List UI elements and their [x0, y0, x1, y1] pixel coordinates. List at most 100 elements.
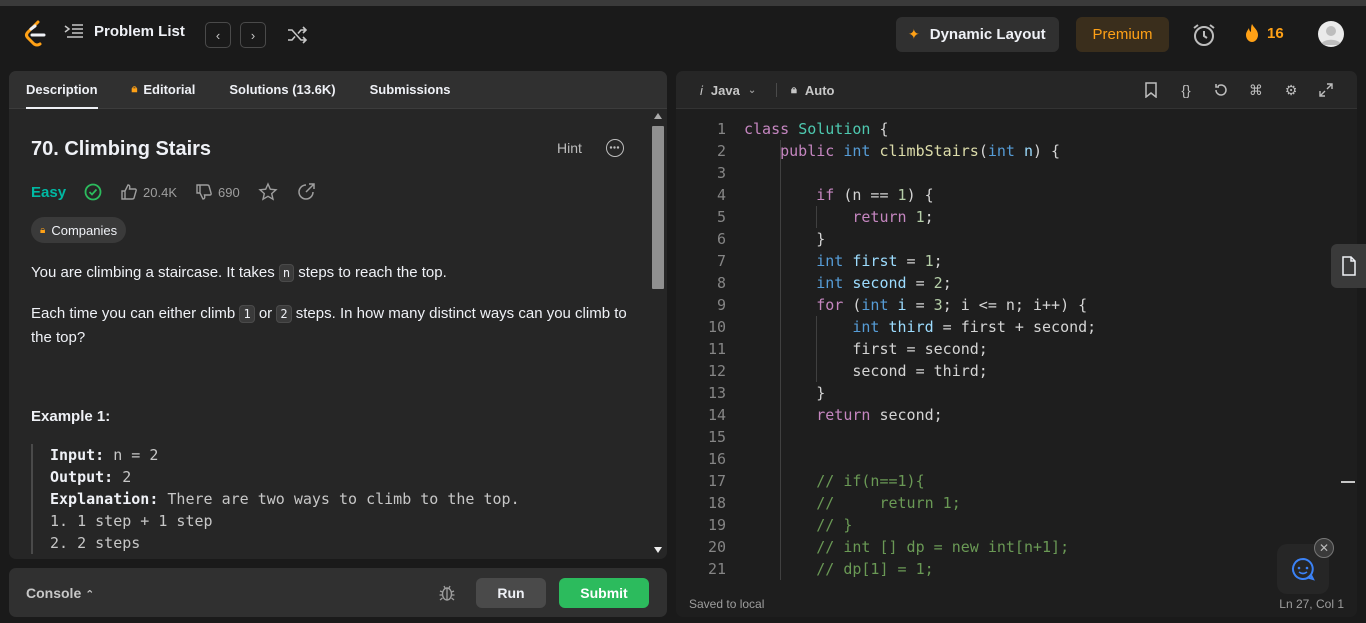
line-number: 19 — [707, 516, 726, 534]
line-number: 20 — [707, 538, 726, 556]
share-icon[interactable] — [296, 182, 316, 202]
code-line[interactable]: // } — [744, 514, 852, 536]
problem-list-button[interactable]: Problem List — [64, 22, 185, 40]
problem-paragraph-1: You are climbing a staircase. It takes n… — [31, 261, 631, 285]
alarm-clock-icon[interactable] — [1191, 22, 1217, 48]
streak-counter[interactable]: 16 — [1245, 24, 1284, 42]
bookmark-icon[interactable] — [1142, 81, 1160, 99]
code-line[interactable]: if (n == 1) { — [744, 184, 933, 206]
companies-tag[interactable]: 🔒︎ Companies — [31, 217, 127, 243]
tab-submissions[interactable]: Submissions — [370, 71, 451, 109]
streak-count: 16 — [1267, 24, 1284, 42]
hint-button[interactable]: Hint — [557, 140, 582, 156]
format-braces-icon[interactable]: {} — [1177, 81, 1195, 99]
thumbs-up-icon — [121, 184, 137, 200]
lock-icon: 🔒︎ — [791, 84, 797, 96]
saved-status: Saved to local — [689, 597, 765, 611]
console-bar: Console ⌃ Run Submit — [9, 568, 667, 617]
code-line[interactable]: int third = first + second; — [744, 316, 1096, 338]
code-line[interactable]: public int climbStairs(int n) { — [744, 140, 1060, 162]
avatar[interactable] — [1318, 21, 1344, 47]
code-line[interactable]: return second; — [744, 404, 942, 426]
notes-file-button[interactable] — [1331, 244, 1366, 288]
scrollbar-marker — [1341, 481, 1355, 483]
output-value: 2 — [113, 468, 132, 486]
code-line[interactable]: int first = 1; — [744, 250, 942, 272]
scroll-up-arrow[interactable] — [654, 113, 662, 119]
more-options-icon[interactable] — [606, 139, 624, 157]
description-scrollbar[interactable] — [652, 126, 664, 289]
line-number: 16 — [707, 450, 726, 468]
submit-button[interactable]: Submit — [559, 578, 649, 608]
problem-content: 70. Climbing Stairs Hint Easy 20.4K 690 … — [9, 110, 649, 559]
gear-icon[interactable]: ⚙ — [1282, 81, 1300, 99]
expand-icon[interactable] — [1317, 81, 1335, 99]
leetcode-logo-icon[interactable] — [22, 20, 48, 48]
example-title: Example 1: — [31, 408, 111, 425]
debug-bug-icon[interactable] — [437, 583, 457, 603]
line-number: 18 — [707, 494, 726, 512]
code-line[interactable]: first = second; — [744, 338, 987, 360]
shuffle-icon[interactable] — [286, 24, 308, 46]
code-line[interactable]: } — [744, 382, 825, 404]
console-toggle[interactable]: Console ⌃ — [26, 585, 94, 601]
line-number: 21 — [707, 560, 726, 578]
explanation-step-2: 2. 2 steps — [50, 534, 141, 552]
difficulty-badge: Easy — [31, 183, 67, 201]
explanation-label: Explanation: — [50, 490, 159, 508]
problem-title: 70. Climbing Stairs — [31, 138, 212, 160]
tab-solutions[interactable]: Solutions (13.6K) — [229, 71, 335, 109]
code-line[interactable]: for (int i = 3; i <= n; i++) { — [744, 294, 1087, 316]
command-icon[interactable]: ⌘ — [1247, 81, 1265, 99]
list-icon — [64, 24, 83, 38]
star-icon[interactable] — [258, 182, 278, 202]
like-button[interactable]: 20.4K — [120, 183, 177, 201]
code-line[interactable]: return 1; — [744, 206, 933, 228]
dislike-button[interactable]: 690 — [195, 183, 240, 201]
reset-icon[interactable] — [1212, 81, 1230, 99]
dynamic-layout-button[interactable]: ✦ Dynamic Layout — [896, 17, 1059, 52]
code-area[interactable]: 1 class Solution {2 public int climbStair… — [676, 118, 1341, 582]
text: steps to reach the top. — [294, 264, 447, 281]
premium-button[interactable]: Premium — [1076, 17, 1169, 52]
problem-meta: Easy 20.4K 690 — [31, 182, 316, 202]
code-line[interactable]: // int [] dp = new int[n+1]; — [744, 536, 1069, 558]
example-block: Input: n = 2 Output: 2 Explanation: Ther… — [31, 444, 621, 554]
code-line[interactable]: } — [744, 228, 825, 250]
prev-problem-button[interactable]: ‹ — [205, 22, 231, 48]
companies-label: Companies — [51, 222, 118, 238]
close-icon[interactable]: ✕ — [1314, 538, 1334, 558]
info-icon: i — [700, 83, 703, 98]
problem-paragraph-2: Each time you can either climb 1 or 2 st… — [31, 302, 631, 349]
code-line[interactable]: // dp[1] = 1; — [744, 558, 933, 580]
line-number: 2 — [716, 142, 726, 160]
flame-icon — [1246, 24, 1258, 42]
code-line[interactable]: int second = 2; — [744, 272, 951, 294]
like-count: 20.4K — [143, 184, 178, 200]
code-line[interactable]: second = third; — [744, 360, 987, 382]
text: You are climbing a staircase. It takes — [31, 264, 279, 281]
next-problem-button[interactable]: › — [240, 22, 266, 48]
tab-description-label: Description — [26, 82, 98, 97]
line-number: 13 — [707, 384, 726, 402]
code-line[interactable]: class Solution { — [744, 118, 889, 140]
user-icon — [1321, 26, 1341, 45]
run-button[interactable]: Run — [476, 578, 546, 608]
line-number: 5 — [716, 208, 726, 226]
line-number: 10 — [707, 318, 726, 336]
auto-mode-toggle[interactable]: 🔒︎ Auto — [791, 83, 834, 98]
language-select[interactable]: i Java ⌄ — [700, 83, 756, 98]
line-number: 8 — [716, 274, 726, 292]
lock-icon: 🔒︎ — [40, 224, 46, 236]
lock-icon: 🔒︎ — [131, 83, 138, 95]
description-panel: Description 🔒︎ Editorial Solutions (13.6… — [9, 71, 667, 559]
editor-tools: {} ⌘ ⚙ — [1142, 81, 1335, 99]
tab-solutions-label: Solutions (13.6K) — [229, 82, 336, 97]
tab-description[interactable]: Description — [26, 71, 98, 109]
scroll-down-arrow[interactable] — [654, 547, 662, 553]
code-editor-panel: i Java ⌄ 🔒︎ Auto {} ⌘ ⚙ 1 class Solution … — [676, 71, 1357, 617]
tab-editorial-label: Editorial — [143, 82, 196, 97]
tab-editorial[interactable]: 🔒︎ Editorial — [132, 71, 196, 109]
code-line[interactable]: // return 1; — [744, 492, 961, 514]
code-line[interactable]: // if(n==1){ — [744, 470, 924, 492]
